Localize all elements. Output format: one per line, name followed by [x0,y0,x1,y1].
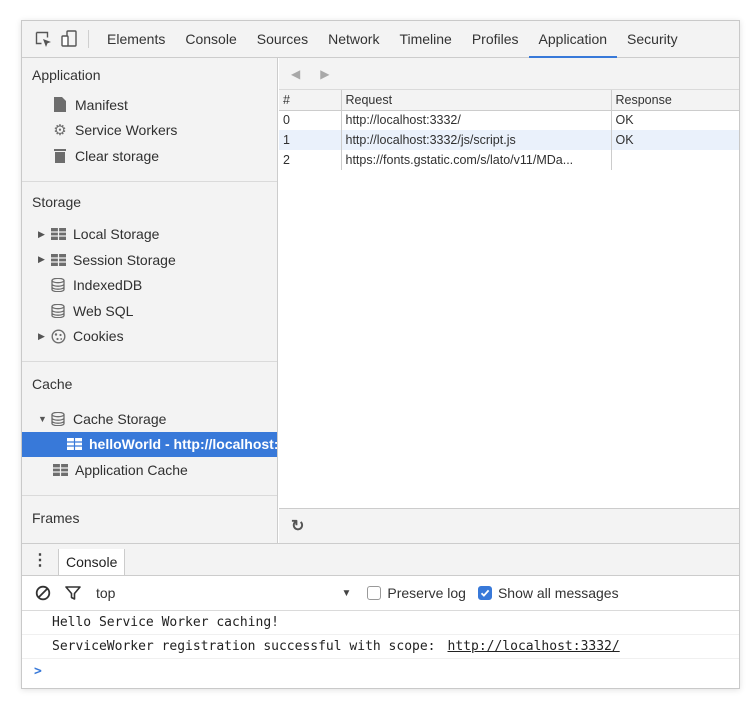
document-icon [52,97,68,113]
console-prompt[interactable]: > [22,659,739,683]
database-icon [50,303,66,319]
sidebar-item-helloworld-cache[interactable]: helloWorld - http://localhost: [22,431,278,457]
prompt-chevron-icon: > [34,663,42,679]
context-dropdown-arrow-icon[interactable]: ▼ [341,588,351,599]
tab-profiles[interactable]: Profiles [462,21,529,57]
tab-network[interactable]: Network [318,21,389,57]
expand-triangle-icon[interactable]: ▶ [38,254,50,265]
inspect-element-icon[interactable] [30,21,56,57]
tab-timeline[interactable]: Timeline [389,21,461,57]
section-header-storage: Storage [32,193,82,210]
sidebar-item-label: Application Cache [75,461,188,478]
tab-application[interactable]: Application [528,21,618,58]
clear-console-icon[interactable] [34,584,52,602]
device-toolbar-icon[interactable] [56,21,82,57]
row-response [611,150,739,170]
grid-icon [67,436,82,452]
console-messages: Hello Service Worker caching! ServiceWor… [22,611,739,683]
table-row[interactable]: 2 https://fonts.gstatic.com/s/lato/v11/M… [279,150,739,170]
sidebar-item-manifest[interactable]: Manifest [22,92,277,118]
sidebar-item-label: Local Storage [73,226,160,243]
sidebar-item-label: Manifest [75,96,128,113]
row-number: 2 [279,150,342,170]
drawer-tab-console[interactable]: Console [58,549,126,575]
cache-entries-table: # Request Response 0 http://localhost:33… [279,90,739,170]
sidebar-item-service-workers[interactable]: ⚙ Service Workers [22,118,277,144]
console-toolbar: top ▼ Preserve log Show all messages [22,576,739,611]
grid-icon [52,462,68,478]
context-selector-label[interactable]: top [96,585,115,601]
tab-security[interactable]: Security [617,21,688,57]
row-number: 1 [279,130,342,150]
collapse-triangle-icon[interactable]: ▼ [38,414,50,424]
next-page-icon[interactable]: ▶ [320,67,329,81]
trash-icon [52,148,68,164]
expand-triangle-icon[interactable]: ▶ [38,331,50,342]
sidebar-item-label: Web SQL [73,302,134,319]
application-sidebar: Application Manifest ⚙ Service Workers C… [22,58,278,543]
scope-link[interactable]: http://localhost:3332/ [448,639,620,654]
grid-icon [50,252,66,268]
console-message: ServiceWorker registration successful wi… [22,635,739,659]
section-header-frames[interactable]: Frames [22,496,277,540]
sidebar-item-label: Service Workers [75,122,178,139]
show-all-messages-checkbox[interactable] [477,586,492,600]
database-icon [50,277,66,293]
sidebar-item-clear-storage[interactable]: Clear storage [22,143,277,169]
row-response: OK [611,130,739,150]
grid-icon [50,226,66,242]
row-number: 0 [279,110,342,130]
devtools-window: Elements Console Sources Network Timelin… [21,20,740,689]
sidebar-item-indexeddb[interactable]: IndexedDB [22,273,277,299]
sidebar-item-label: Clear storage [75,147,160,164]
devtools-tabbar: Elements Console Sources Network Timelin… [22,21,739,58]
sidebar-item-label: Cookies [73,328,124,345]
table-row[interactable]: 0 http://localhost:3332/ OK [279,110,739,130]
sidebar-item-application-cache[interactable]: Application Cache [22,457,277,483]
sidebar-item-web-sql[interactable]: Web SQL [22,298,277,324]
table-row[interactable]: 1 http://localhost:3332/js/script.js OK [279,130,739,150]
section-header-application: Application [32,67,101,83]
sidebar-item-label: Cache Storage [73,410,167,427]
row-response: OK [615,113,634,128]
sidebar-item-label: helloWorld - http://localhost: [89,436,278,453]
refresh-icon[interactable]: ↻ [291,516,304,536]
column-header-number[interactable]: # [279,90,342,111]
sidebar-item-label: IndexedDB [73,277,143,294]
row-request: http://localhost:3332/js/script.js [341,130,612,150]
table-header-row: # Request Response [279,90,739,111]
console-message-text: Hello Service Worker caching! [52,615,279,630]
tab-elements[interactable]: Elements [97,21,175,57]
sidebar-item-label: Session Storage [73,251,176,268]
toolbar-divider [88,30,89,48]
row-request: https://fonts.gstatic.com/s/lato/v11/MDa… [341,150,612,170]
column-header-request[interactable]: Request [341,90,612,111]
section-header-cache: Cache [32,376,73,392]
more-menu-icon[interactable]: ⋮ [22,544,58,575]
console-message-text: ServiceWorker registration successful wi… [52,639,436,654]
tab-sources[interactable]: Sources [247,21,318,57]
show-all-messages-label: Show all messages [497,585,619,601]
sidebar-item-local-storage[interactable]: ▶ Local Storage [22,222,277,248]
cache-bottom-toolbar: ↻ [279,508,739,543]
sidebar-item-cache-storage[interactable]: ▼ Cache Storage [22,406,277,432]
preserve-log-label: Preserve log [387,585,466,601]
expand-triangle-icon[interactable]: ▶ [38,229,50,240]
cookie-icon [50,328,66,344]
console-message: Hello Service Worker caching! [22,611,739,635]
gear-icon: ⚙ [53,122,67,140]
cache-view: ◀ ▶ # Request Response 0 http://localhos… [279,58,739,543]
tab-console[interactable]: Console [175,21,246,57]
drawer-tabbar: ⋮ Console [22,543,739,576]
sidebar-item-session-storage[interactable]: ▶ Session Storage [22,247,277,273]
row-request: http://localhost:3332/ [341,110,612,130]
previous-page-icon[interactable]: ◀ [291,67,300,81]
sidebar-item-cookies[interactable]: ▶ Cookies [22,324,277,350]
preserve-log-checkbox[interactable] [367,586,382,600]
cache-nav-bar: ◀ ▶ [279,58,739,90]
filter-icon[interactable] [64,584,82,602]
column-header-response[interactable]: Response [611,90,739,111]
database-icon [50,411,66,427]
